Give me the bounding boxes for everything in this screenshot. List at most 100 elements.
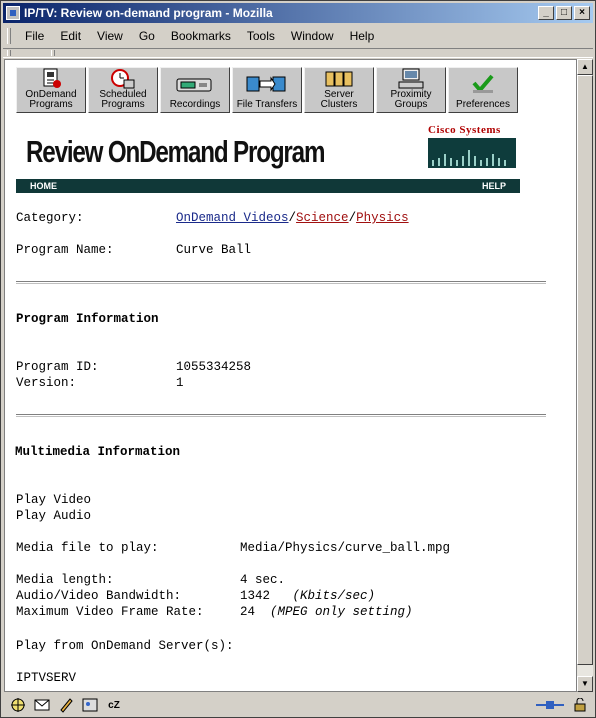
menu-help[interactable]: Help [350,29,375,43]
toolbar-grip[interactable] [7,50,11,56]
menu-view[interactable]: View [97,29,123,43]
menubar-grip[interactable] [7,28,11,44]
collapsed-toolbars [3,48,593,58]
play-audio-text: Play Audio [16,509,92,523]
framerate-value-group: 24 (MPEG only setting) [240,605,413,619]
category-link-science[interactable]: Science [296,211,349,225]
program-id-row: Program ID: 1055334258 [16,360,516,374]
navigator-icon[interactable] [9,697,27,713]
nav-server-clusters[interactable]: Server Clusters [304,67,374,113]
program-name-value: Curve Ball [176,243,252,257]
maximize-button[interactable]: □ [556,6,572,20]
version-row: Version: 1 [16,376,516,390]
media-length-label: Media length: [16,573,114,587]
menu-tools[interactable]: Tools [247,29,275,43]
page-header: Review OnDemand Program Cisco Systems [16,122,520,180]
nav-label: File Transfers [236,99,298,110]
menu-go[interactable]: Go [139,29,155,43]
category-row: Category: OnDemand Videos/Science/Physic… [16,211,409,225]
framerate-row: Maximum Video Frame Rate: 24 (MPEG only … [16,605,556,619]
address-book-icon[interactable] [81,697,99,713]
nav-ondemand-programs[interactable]: OnDemand Programs [16,67,86,113]
nav-proximity-groups[interactable]: Proximity Groups [376,67,446,113]
path-separator: / [348,211,357,225]
category-label: Category: [16,211,84,225]
server-value: IPTVSERV [16,671,77,685]
composer-icon[interactable] [57,697,75,713]
chatzilla-icon[interactable]: cZ [105,697,123,713]
menu-edit[interactable]: Edit [60,29,81,43]
category-link-ondemand[interactable]: OnDemand Videos [176,211,289,225]
category-path: OnDemand Videos/Science/Physics [176,211,409,225]
program-id-value: 1055334258 [176,360,252,374]
bandwidth-value: 1342 [240,589,271,603]
divider [16,281,546,284]
media-file-value: Media/Physics/curve_ball.mpg [240,541,451,555]
help-link[interactable]: HELP [482,181,506,191]
menu-bookmarks[interactable]: Bookmarks [171,29,231,43]
scheduled-programs-icon [110,68,136,90]
program-name-label: Program Name: [16,243,114,257]
nav-label: Groups [394,99,428,110]
menu-file[interactable]: File [25,29,44,43]
security-lock-icon[interactable] [571,697,589,713]
proximity-groups-icon [397,68,425,90]
toolbar-grip[interactable] [51,50,55,56]
framerate-label: Maximum Video Frame Rate: [16,605,204,619]
program-id-label: Program ID: [16,360,99,374]
version-label: Version: [16,376,77,390]
media-length-value: 4 sec. [240,573,286,587]
brand-name: Cisco Systems [428,124,501,136]
app-nav-toolbar: OnDemand Programs Scheduled Programs Rec… [16,67,518,113]
framerate-note: (MPEG only setting) [270,605,413,619]
divider [16,414,546,417]
nav-recordings[interactable]: Recordings [160,67,230,113]
nav-preferences[interactable]: Preferences [448,67,518,113]
cisco-bars-icon [428,138,516,168]
app-icon [6,6,20,20]
scroll-up-button[interactable]: ▲ [577,59,593,75]
home-link[interactable]: HOME [30,181,57,191]
browser-window: IP/TV: Review on-demand program - Mozill… [0,0,596,718]
vertical-scrollbar[interactable]: ▲ ▼ [577,59,593,692]
media-file-label: Media file to play: [16,541,159,555]
framerate-value: 24 [240,605,256,619]
recordings-icon [175,68,215,100]
connection-status-icon [535,697,565,713]
program-name-row: Program Name: Curve Ball [16,243,516,257]
nav-label: Clusters [320,99,358,110]
nav-scheduled-programs[interactable]: Scheduled Programs [88,67,158,113]
mail-icon[interactable] [33,697,51,713]
media-length-row: Media length: 4 sec. [16,573,556,587]
preferences-icon [469,68,497,100]
program-info-heading: Program Information [16,312,159,326]
file-transfers-icon [245,68,289,100]
play-video-text: Play Video [16,493,92,507]
bandwidth-unit: (Kbits/sec) [292,589,376,603]
bandwidth-label: Audio/Video Bandwidth: [16,589,182,603]
server-clusters-icon [324,68,354,90]
scroll-down-button[interactable]: ▼ [577,676,593,692]
ondemand-programs-icon [39,68,63,90]
title-bar: IP/TV: Review on-demand program - Mozill… [3,3,593,23]
nav-file-transfers[interactable]: File Transfers [232,67,302,113]
media-file-row: Media file to play: Media/Physics/curve_… [16,541,556,555]
path-separator: / [288,211,297,225]
version-value: 1 [176,376,184,390]
nav-label: Programs [101,99,145,110]
window-title: IP/TV: Review on-demand program - Mozill… [24,6,273,20]
page-content: OnDemand Programs Scheduled Programs Rec… [4,59,577,692]
status-bar: cZ [3,694,593,716]
cisco-logo: Cisco Systems [428,124,516,168]
category-link-physics[interactable]: Physics [356,211,409,225]
bandwidth-value-group: 1342 (Kbits/sec) [240,589,375,603]
multimedia-heading: Multimedia Information [15,445,181,459]
server-label: Play from OnDemand Server(s): [16,639,234,653]
bandwidth-row: Audio/Video Bandwidth: 1342 (Kbits/sec) [16,589,556,603]
close-button[interactable]: × [574,6,590,20]
scroll-thumb[interactable] [577,75,593,665]
menu-bar: File Edit View Go Bookmarks Tools Window… [3,25,593,47]
minimize-button[interactable]: _ [538,6,554,20]
menu-window[interactable]: Window [291,29,334,43]
page-title: Review OnDemand Program [26,134,325,169]
